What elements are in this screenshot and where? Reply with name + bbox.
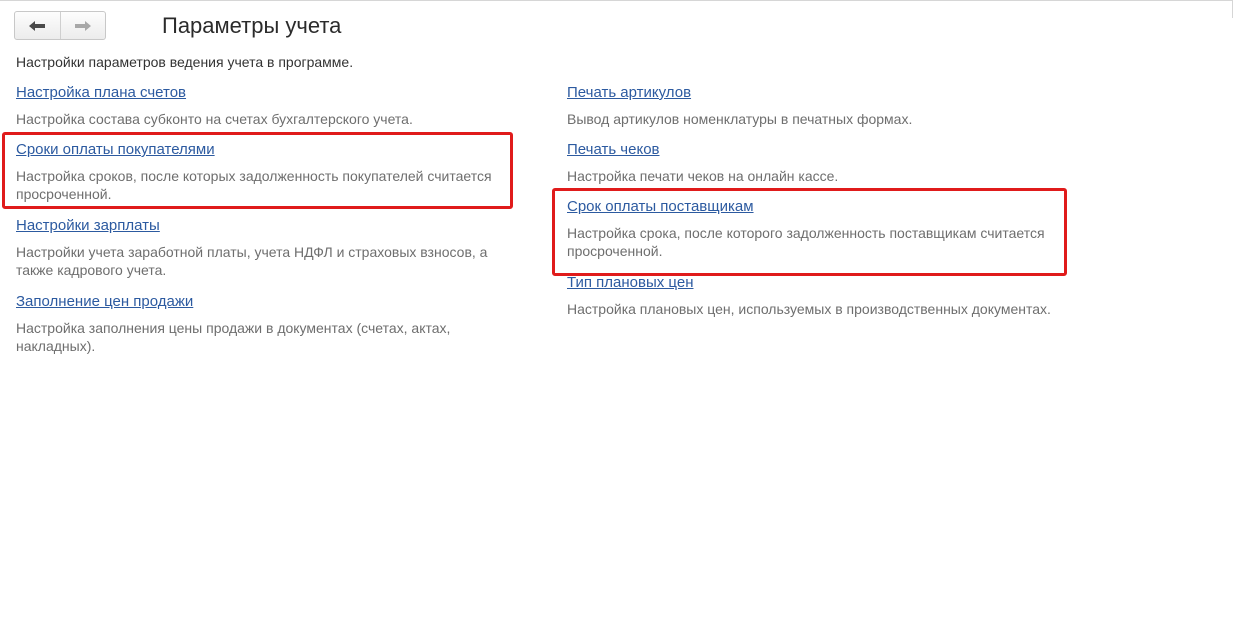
setting-item: Настройки зарплаты Настройки учета зараб…: [16, 217, 516, 279]
arrow-left-icon: [29, 20, 46, 31]
supplier-payment-term-link[interactable]: Срок оплаты поставщикам: [567, 198, 1067, 216]
payroll-settings-link[interactable]: Настройки зарплаты: [16, 217, 516, 235]
setting-description: Настройка сроков, после которых задолжен…: [16, 168, 492, 202]
top-border: [0, 0, 1233, 1]
setting-item: Срок оплаты поставщикам Настройка срока,…: [567, 198, 1067, 260]
setting-item: Печать артикулов Вывод артикулов номенкл…: [567, 84, 1067, 128]
print-articles-link[interactable]: Печать артикулов: [567, 84, 1067, 102]
setting-item: Печать чеков Настройка печати чеков на о…: [567, 141, 1067, 185]
customer-payment-terms-link[interactable]: Сроки оплаты покупателями: [16, 141, 516, 159]
setting-item: Заполнение цен продажи Настройка заполне…: [16, 293, 516, 355]
setting-description: Вывод артикулов номенклатуры в печатных …: [567, 111, 913, 127]
setting-description: Настройка заполнения цены продажи в доку…: [16, 320, 451, 354]
arrow-right-icon: [74, 20, 91, 31]
setting-description: Настройка печати чеков на онлайн кассе.: [567, 168, 839, 184]
sales-prices-link[interactable]: Заполнение цен продажи: [16, 293, 516, 311]
back-button[interactable]: [15, 12, 60, 39]
setting-description: Настройка состава субконто на счетах бух…: [16, 111, 413, 127]
setting-description: Настройки учета заработной платы, учета …: [16, 244, 488, 278]
page-subtitle: Настройки параметров ведения учета в про…: [16, 54, 354, 70]
chart-of-accounts-link[interactable]: Настройка плана счетов: [16, 84, 516, 102]
print-receipts-link[interactable]: Печать чеков: [567, 141, 1067, 159]
planned-price-type-link[interactable]: Тип плановых цен: [567, 274, 1067, 292]
setting-item: Настройка плана счетов Настройка состава…: [16, 84, 516, 128]
setting-item: Тип плановых цен Настройка плановых цен,…: [567, 274, 1067, 318]
page-title: Параметры учета: [162, 13, 342, 38]
forward-button[interactable]: [59, 12, 106, 39]
navigation-buttons: [14, 11, 106, 40]
setting-description: Настройка срока, после которого задолжен…: [567, 225, 1045, 259]
setting-item: Сроки оплаты покупателями Настройка срок…: [16, 141, 516, 203]
setting-description: Настройка плановых цен, используемых в п…: [567, 301, 1051, 317]
